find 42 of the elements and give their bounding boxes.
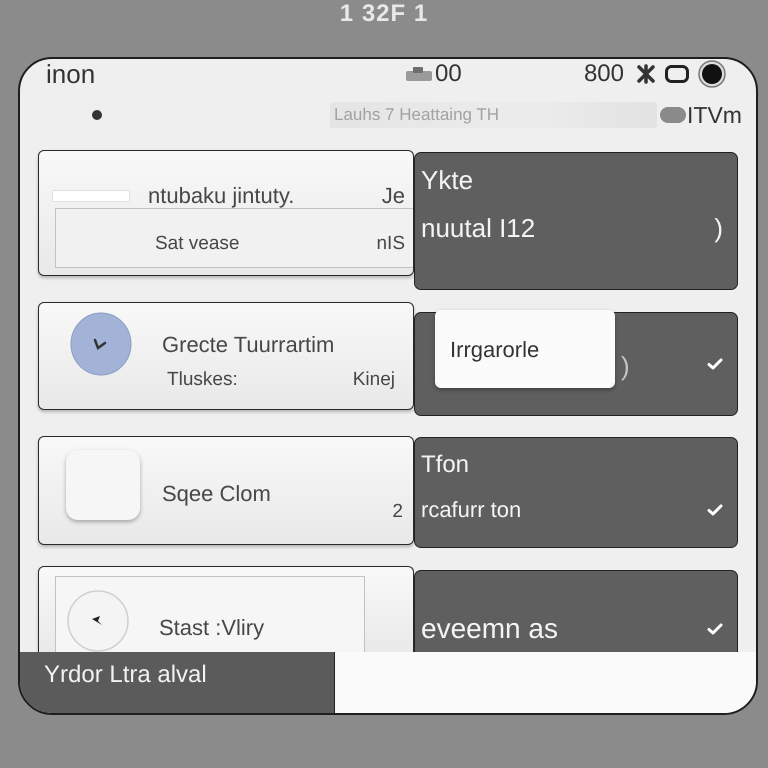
list-card[interactable]: Stast :Vliry bbox=[38, 566, 414, 652]
tile-icon bbox=[66, 450, 140, 520]
detail-card[interactable]: Tfon rcafurr ton bbox=[414, 437, 738, 548]
list-card[interactable]: Grecte Tuurrartim Tluskes: Kinej bbox=[38, 302, 414, 410]
panel-title: eveemn as bbox=[421, 614, 558, 644]
detail-card[interactable]: Irrgarorle ) bbox=[414, 312, 738, 416]
filled-circle-icon bbox=[698, 60, 726, 88]
check-circle-icon bbox=[70, 312, 132, 376]
input-field[interactable] bbox=[52, 190, 130, 202]
popup-card: Irrgarorle bbox=[435, 310, 615, 388]
item-title: Stast :Vliry bbox=[159, 615, 264, 641]
item-subtitle: Tluskes: bbox=[167, 368, 238, 392]
panel-subtitle: nuutal I12 bbox=[421, 213, 536, 243]
item-detail: nIS bbox=[376, 232, 405, 256]
search-field[interactable]: Lauhs 7 Heattaing TH bbox=[330, 102, 657, 128]
item-title: Sqee Clom bbox=[162, 481, 271, 507]
panel-title: Tfon bbox=[421, 450, 470, 480]
rounded-square-icon bbox=[665, 65, 689, 83]
trail-mark: ) bbox=[621, 351, 630, 381]
list-card[interactable]: Sqee Clom 2 bbox=[38, 436, 414, 545]
item-suffix: Je bbox=[382, 183, 405, 209]
header-caption: 1 32F 1 bbox=[340, 0, 428, 28]
status-text: 00 bbox=[435, 60, 462, 88]
detail-card[interactable]: Ykte nuutal I12 ) bbox=[414, 152, 738, 290]
pill-icon bbox=[660, 106, 686, 122]
panel-title: Ykte bbox=[421, 165, 474, 195]
list-card[interactable]: ntubaku jintuty. Je Sat vease nIS bbox=[38, 150, 414, 276]
account-label: ITVm bbox=[687, 100, 742, 128]
panel-subtitle: rcafurr ton bbox=[421, 496, 522, 524]
item-title: ntubaku jintuty. bbox=[148, 183, 294, 209]
item-detail: Kinej bbox=[352, 368, 395, 392]
bottom-label: Yrdor Ltra alval bbox=[44, 660, 207, 688]
status-text: 800 bbox=[584, 60, 624, 88]
item-subtitle: Sat vease bbox=[155, 232, 240, 256]
item-title: Grecte Tuurrartim bbox=[162, 332, 336, 358]
dot-icon bbox=[92, 110, 102, 120]
tray-icon bbox=[405, 66, 433, 82]
status-title: inon bbox=[46, 59, 96, 89]
trail-mark: ) bbox=[714, 213, 723, 243]
asterisk-icon bbox=[636, 64, 656, 84]
detail-card[interactable]: eveemn as bbox=[414, 570, 738, 652]
item-detail: 2 bbox=[392, 500, 403, 524]
